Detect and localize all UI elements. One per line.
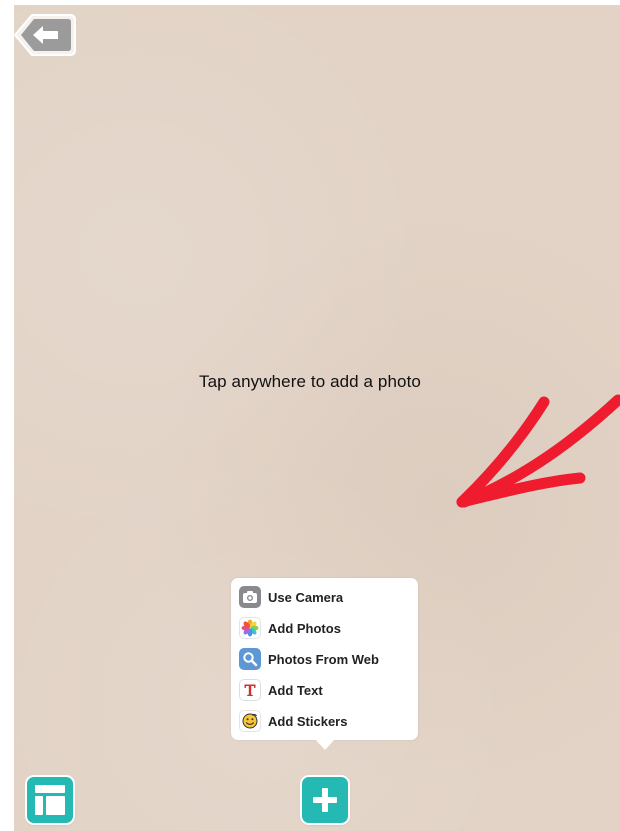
photos-icon bbox=[239, 617, 261, 639]
add-menu: Use Camera Add Photos Photos From Web Ad… bbox=[231, 578, 418, 740]
menu-item-add-stickers[interactable]: Add Stickers bbox=[239, 709, 414, 733]
red-arrow-annotation bbox=[456, 394, 620, 508]
layout-button[interactable] bbox=[27, 777, 73, 823]
menu-item-add-photos[interactable]: Add Photos bbox=[239, 616, 414, 640]
plus-icon bbox=[313, 788, 337, 812]
back-arrow-icon bbox=[13, 14, 76, 56]
menu-item-label: Add Stickers bbox=[268, 713, 348, 729]
back-button[interactable] bbox=[12, 12, 78, 58]
menu-item-label: Use Camera bbox=[268, 589, 344, 605]
sticker-icon bbox=[239, 710, 261, 732]
search-icon bbox=[239, 648, 261, 670]
add-button[interactable] bbox=[302, 777, 348, 823]
add-menu-pointer bbox=[315, 739, 335, 750]
menu-item-use-camera[interactable]: Use Camera bbox=[239, 585, 414, 609]
camera-icon bbox=[239, 586, 261, 608]
text-icon bbox=[239, 679, 261, 701]
menu-item-label: Add Photos bbox=[268, 620, 341, 636]
menu-item-label: Photos From Web bbox=[268, 651, 379, 667]
layout-icon bbox=[35, 785, 65, 815]
menu-item-label: Add Text bbox=[268, 682, 323, 698]
menu-item-photos-from-web[interactable]: Photos From Web bbox=[239, 647, 414, 671]
menu-item-add-text[interactable]: Add Text bbox=[239, 678, 414, 702]
